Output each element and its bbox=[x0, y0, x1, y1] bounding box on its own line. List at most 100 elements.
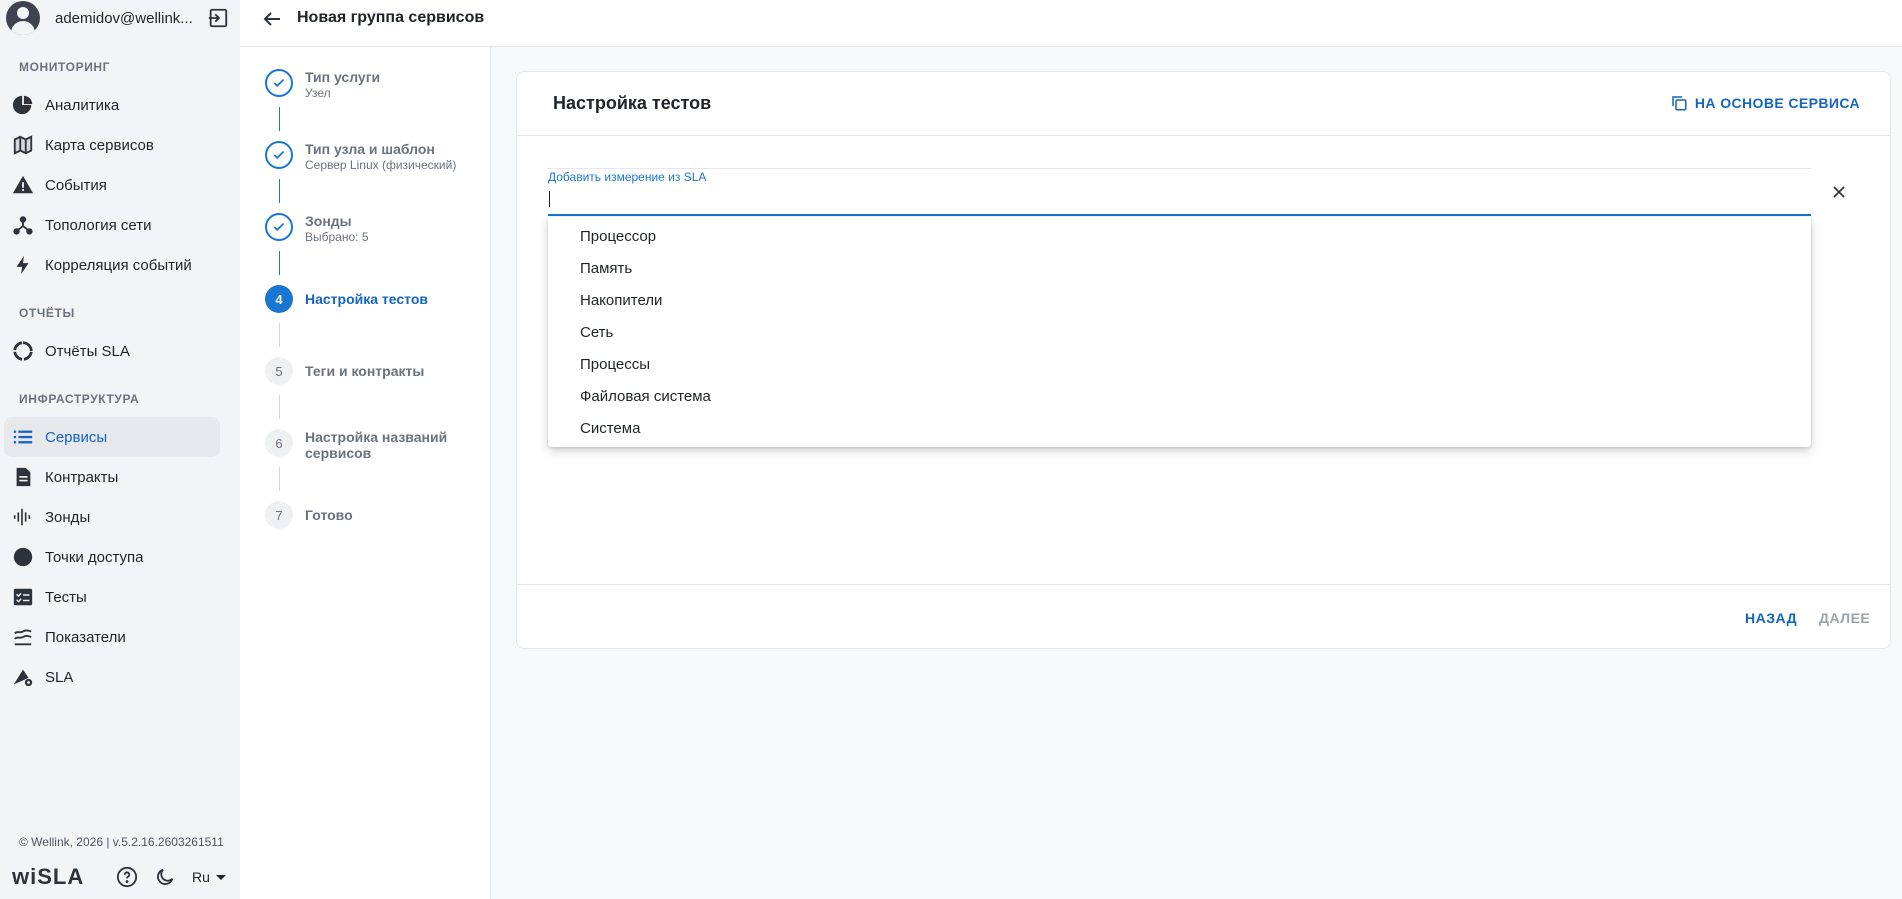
step-title: Настройка названий сервисов bbox=[305, 429, 448, 461]
sidebar-item-label: Корреляция событий bbox=[45, 256, 192, 274]
back-button[interactable]: НАЗАД bbox=[1745, 610, 1797, 626]
step-node-type[interactable]: Тип узла и шаблон Сервер Linux (физическ… bbox=[265, 141, 456, 172]
section-reports: ОТЧЁТЫ bbox=[19, 306, 75, 320]
user-row[interactable]: ademidov@wellink... bbox=[0, 0, 240, 36]
step-connector bbox=[279, 395, 280, 419]
sidebar-item-services[interactable]: Сервисы bbox=[4, 417, 220, 457]
step-tags-contracts[interactable]: 5 Теги и контракты bbox=[265, 357, 424, 385]
bolt-icon bbox=[12, 254, 40, 276]
step-test-settings[interactable]: 4 Настройка тестов bbox=[265, 285, 428, 313]
sidebar-item-label: Точки доступа bbox=[45, 548, 144, 566]
step-connector bbox=[279, 179, 280, 203]
sidebar-item-contracts[interactable]: Контракты bbox=[4, 457, 220, 497]
section-monitoring: МОНИТОРИНГ bbox=[19, 60, 111, 74]
sidebar-item-label: Показатели bbox=[45, 628, 126, 646]
sidebar-item-sla[interactable]: SLA bbox=[4, 657, 220, 697]
page-header: Новая группа сервисов bbox=[240, 0, 1902, 47]
sidebar-item-label: Топология сети bbox=[45, 216, 152, 234]
sidebar-item-sla-reports[interactable]: Отчёты SLA bbox=[4, 331, 220, 371]
donut-icon bbox=[12, 340, 40, 362]
topology-icon bbox=[12, 214, 40, 236]
step-number: 7 bbox=[265, 501, 293, 529]
step-connector bbox=[279, 467, 280, 491]
text-cursor bbox=[549, 191, 550, 207]
language-value: Ru bbox=[192, 869, 210, 885]
list-icon bbox=[12, 426, 40, 448]
copyright: © Wellink, 2026 | v.5.2.16.2603261511 bbox=[19, 835, 224, 849]
test-settings-card: Настройка тестов НА ОСНОВЕ СЕРВИСА Добав… bbox=[516, 71, 1891, 649]
step-number: 5 bbox=[265, 357, 293, 385]
sla-measurement-dropdown: Процессор Память Накопители Сеть Процесс… bbox=[548, 217, 1811, 447]
sla-measurement-input[interactable] bbox=[548, 189, 1748, 211]
sidebar-footer: wiSLA Ru bbox=[12, 862, 226, 892]
check-icon bbox=[265, 141, 293, 169]
close-icon[interactable] bbox=[1829, 182, 1849, 202]
user-name: ademidov@wellink... bbox=[55, 9, 193, 27]
dropdown-option[interactable]: Процессор bbox=[548, 221, 1811, 253]
pie-chart-icon bbox=[12, 94, 40, 116]
sidebar-item-service-map[interactable]: Карта сервисов bbox=[4, 125, 220, 165]
warning-icon bbox=[12, 174, 40, 196]
step-subtitle: Выбрано: 5 bbox=[305, 230, 369, 244]
sidebar-item-tests[interactable]: Тесты bbox=[4, 577, 220, 617]
sidebar-item-indicators[interactable]: Показатели bbox=[4, 617, 220, 657]
sidebar-item-topology[interactable]: Топология сети bbox=[4, 205, 220, 245]
section-infrastructure: ИНФРАСТРУКТУРА bbox=[19, 392, 140, 406]
step-title: Тип услуги bbox=[305, 69, 381, 85]
sidebar-item-access-points[interactable]: Точки доступа bbox=[4, 537, 220, 577]
check-icon bbox=[265, 69, 293, 97]
document-icon bbox=[12, 466, 40, 488]
next-button[interactable]: ДАЛЕЕ bbox=[1819, 610, 1870, 626]
language-select[interactable]: Ru bbox=[192, 869, 226, 885]
chevron-down-icon bbox=[215, 874, 226, 880]
dropdown-option[interactable]: Накопители bbox=[548, 285, 1811, 317]
sidebar-item-label: SLA bbox=[45, 668, 74, 686]
map-icon bbox=[12, 134, 40, 156]
sidebar-item-label: События bbox=[45, 176, 107, 194]
dropdown-option[interactable]: Сеть bbox=[548, 317, 1811, 349]
copy-icon bbox=[1672, 96, 1687, 111]
dropdown-option[interactable]: Память bbox=[548, 253, 1811, 285]
moon-icon[interactable] bbox=[154, 866, 176, 888]
dropdown-option[interactable]: Процессы bbox=[548, 349, 1811, 381]
sidebar-item-label: Тесты bbox=[45, 588, 87, 606]
step-connector bbox=[279, 251, 280, 275]
sidebar-item-label: Зонды bbox=[45, 508, 91, 526]
sidebar-item-event-correlation[interactable]: Корреляция событий bbox=[4, 245, 220, 285]
step-done[interactable]: 7 Готово bbox=[265, 501, 353, 529]
sidebar-item-probes[interactable]: Зонды bbox=[4, 497, 220, 537]
avatar bbox=[6, 1, 40, 35]
step-subtitle: Сервер Linux (физический) bbox=[305, 158, 457, 172]
step-service-names[interactable]: 6 Настройка названий сервисов bbox=[265, 429, 475, 461]
step-title: Теги и контракты bbox=[305, 363, 425, 379]
card-footer-divider bbox=[517, 584, 1890, 585]
sidebar-item-label: Отчёты SLA bbox=[45, 342, 130, 360]
based-on-service-button[interactable]: НА ОСНОВЕ СЕРВИСА bbox=[1670, 94, 1860, 112]
checklist-icon bbox=[12, 586, 40, 608]
help-icon[interactable] bbox=[116, 866, 138, 888]
sla-measurement-field[interactable]: Добавить измерение из SLA bbox=[548, 168, 1811, 216]
wisla-logo: wiSLA bbox=[12, 864, 85, 889]
sidebar-item-label: Контракты bbox=[45, 468, 119, 486]
layers-icon bbox=[12, 626, 40, 648]
dropdown-option[interactable]: Система bbox=[548, 413, 1811, 445]
step-title: Готово bbox=[305, 507, 353, 523]
sidebar-item-label: Карта сервисов bbox=[45, 136, 154, 154]
logout-icon[interactable] bbox=[207, 7, 229, 29]
dropdown-option[interactable]: Файловая система bbox=[548, 381, 1811, 413]
probe-icon bbox=[12, 506, 40, 528]
step-probes[interactable]: Зонды Выбрано: 5 bbox=[265, 213, 369, 244]
based-on-service-label: НА ОСНОВЕ СЕРВИСА bbox=[1694, 95, 1860, 111]
card-header: Настройка тестов НА ОСНОВЕ СЕРВИСА bbox=[517, 72, 1890, 136]
step-connector bbox=[279, 107, 280, 131]
sidebar-item-label: Аналитика bbox=[45, 96, 120, 114]
step-number: 6 bbox=[265, 429, 293, 457]
check-icon bbox=[265, 213, 293, 241]
step-subtitle: Узел bbox=[305, 86, 331, 100]
step-title: Тип узла и шаблон bbox=[305, 141, 435, 157]
sidebar-item-events[interactable]: События bbox=[4, 165, 220, 205]
page-title: Новая группа сервисов bbox=[297, 9, 485, 26]
arrow-left-icon[interactable] bbox=[260, 7, 284, 31]
step-service-type[interactable]: Тип услуги Узел bbox=[265, 69, 380, 100]
sidebar-item-analytics[interactable]: Аналитика bbox=[4, 85, 220, 125]
